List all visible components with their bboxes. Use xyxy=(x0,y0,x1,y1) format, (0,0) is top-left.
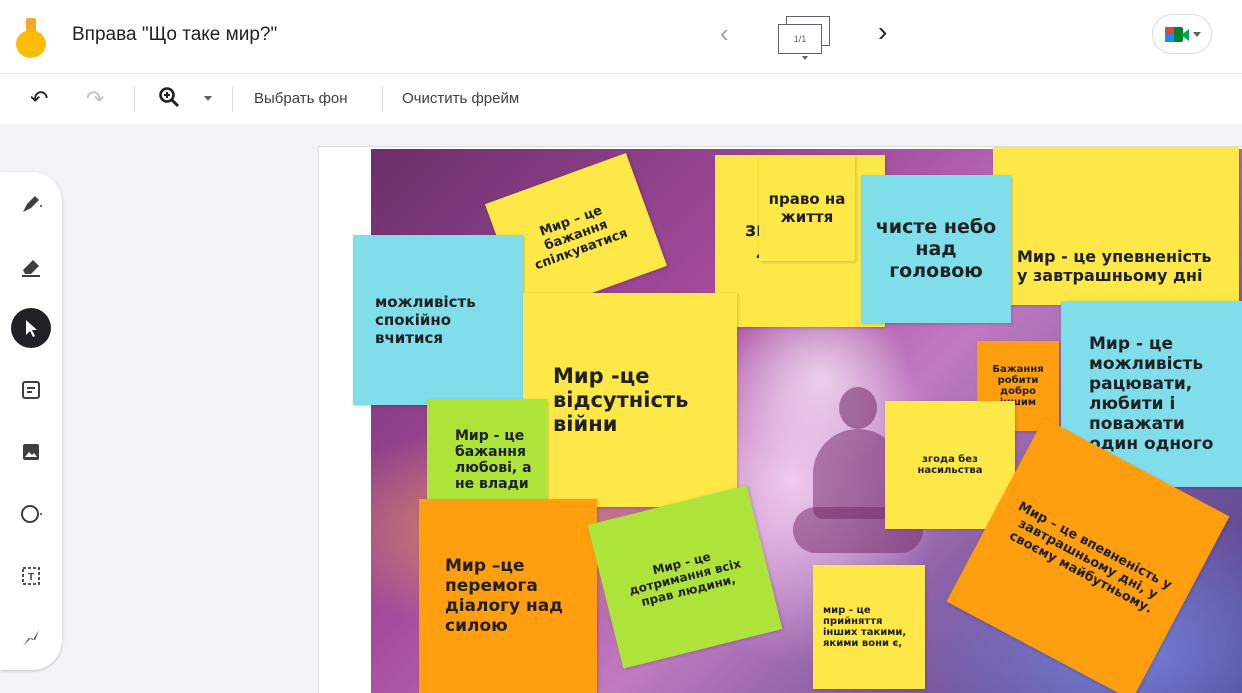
laser-icon[interactable] xyxy=(11,618,51,658)
google-meet-button[interactable] xyxy=(1152,14,1212,54)
toolbar: ↶ ↷ Выбрать фон Очистить фрейм xyxy=(0,74,1242,124)
tool-sidebar: T xyxy=(0,172,62,670)
eraser-icon[interactable] xyxy=(11,246,51,286)
pen-icon[interactable] xyxy=(11,184,51,224)
frame-counter: 1/1 xyxy=(778,24,822,54)
undo-icon[interactable]: ↶ xyxy=(30,86,48,112)
top-bar: Вправа "Що таке мир?" ‹ 1/1 › xyxy=(0,0,1242,74)
sticky-note[interactable]: право на життя xyxy=(759,155,855,261)
jamboard-logo xyxy=(16,18,46,58)
circle-shape-icon[interactable] xyxy=(11,494,51,534)
svg-text:T: T xyxy=(28,572,34,583)
chevron-down-icon xyxy=(802,56,808,60)
frame-bar-toggle[interactable]: 1/1 xyxy=(776,14,834,60)
sticky-note[interactable]: Мир -це відсутність війни xyxy=(523,293,737,507)
previous-frame-button[interactable]: ‹ xyxy=(720,18,729,49)
chevron-down-icon xyxy=(1193,32,1201,37)
sticky-note-icon[interactable] xyxy=(11,370,51,410)
select-tool-icon[interactable] xyxy=(11,308,51,348)
text-box-icon[interactable]: T xyxy=(11,556,51,596)
choose-background-button[interactable]: Выбрать фон xyxy=(254,90,348,107)
sticky-note[interactable]: мир - це прийняття інших такими, якими в… xyxy=(813,565,925,689)
sticky-note[interactable]: чисте небо над головою xyxy=(861,175,1011,323)
sticky-note[interactable]: можливість спокійно вчитися xyxy=(353,235,523,405)
zoom-dropdown-icon[interactable] xyxy=(204,96,212,101)
image-icon[interactable] xyxy=(11,432,51,472)
document-title[interactable]: Вправа "Що таке мир?" xyxy=(72,24,277,46)
jamboard-canvas[interactable]: Мир – це бажання спілкуватися згода між … xyxy=(318,146,1242,693)
next-frame-button[interactable]: › xyxy=(878,16,887,48)
zoom-icon[interactable] xyxy=(158,86,180,114)
clear-frame-button[interactable]: Очистить фрейм xyxy=(402,90,519,107)
sticky-note[interactable]: Мир –це перемога діалогу над силою xyxy=(419,499,597,693)
sticky-note[interactable]: Мир - це упевненість у завтрашньому дні xyxy=(993,147,1239,305)
redo-icon[interactable]: ↷ xyxy=(86,86,104,112)
